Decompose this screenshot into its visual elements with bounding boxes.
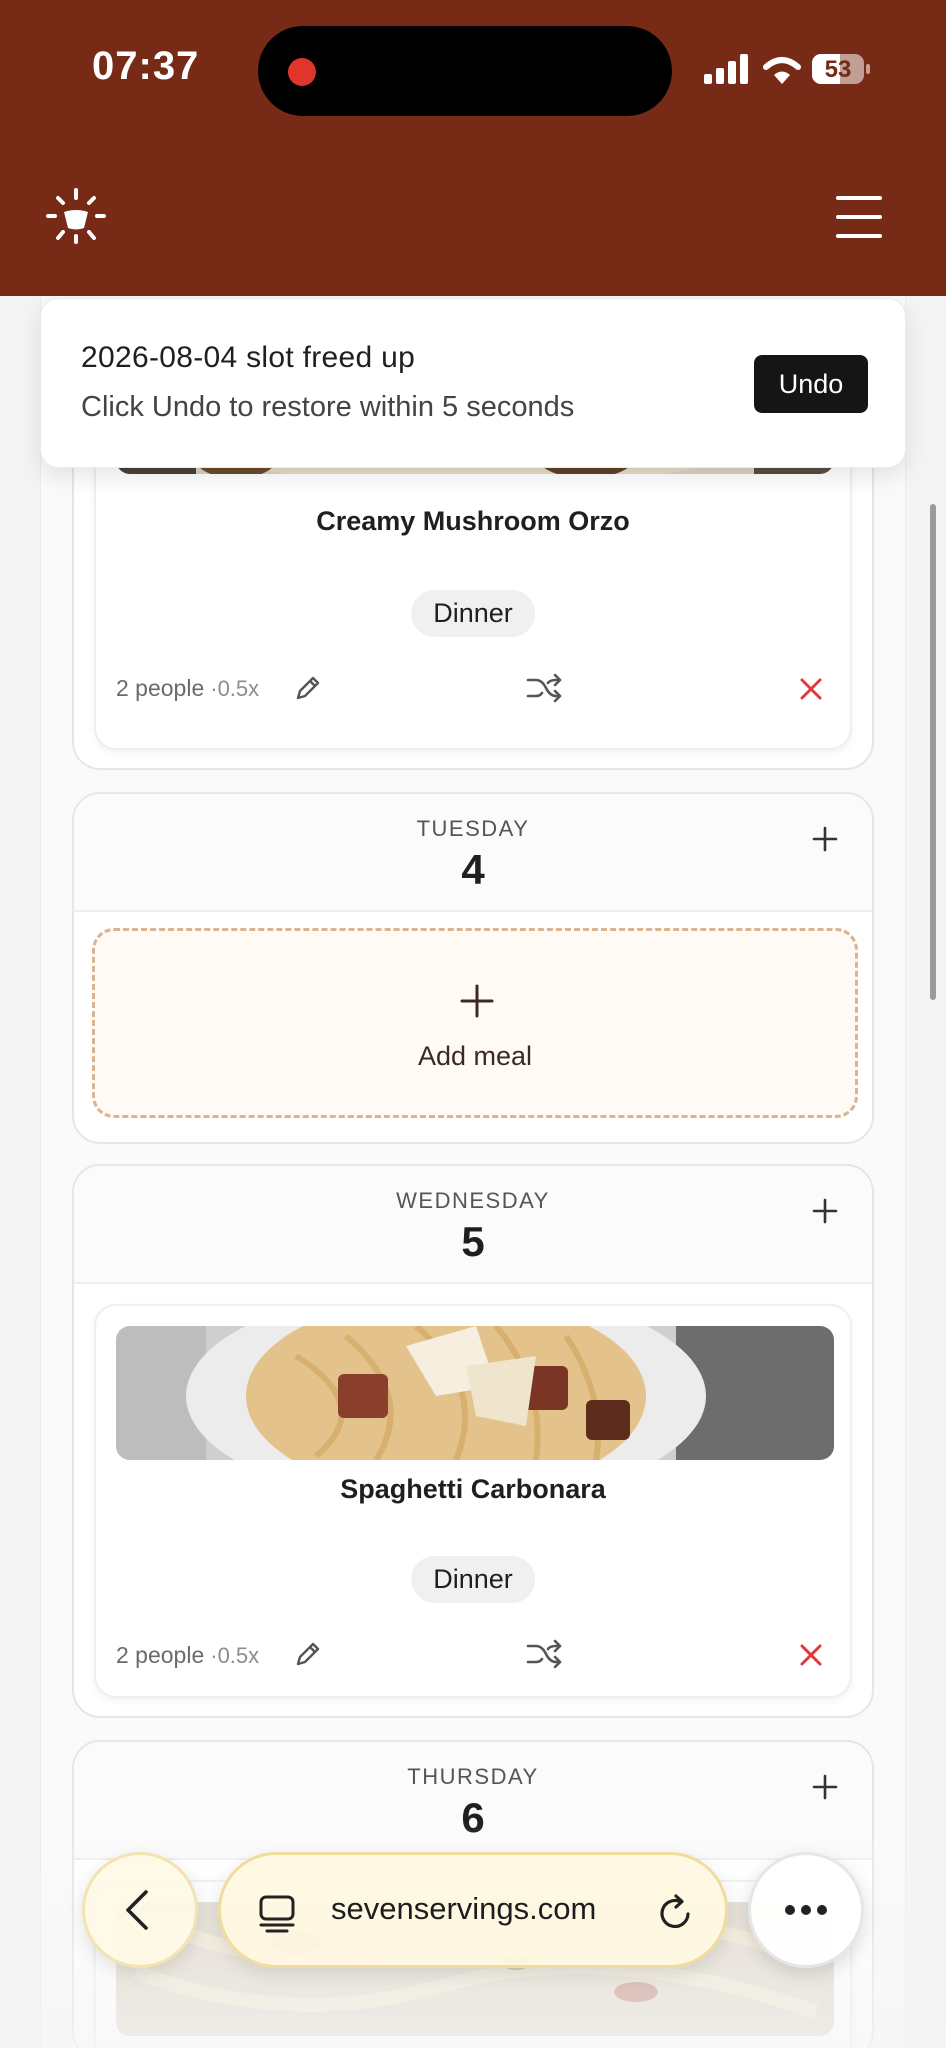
meal-image bbox=[116, 1326, 834, 1460]
day-number: 5 bbox=[461, 1218, 485, 1265]
day-header: WEDNESDAY 5 bbox=[74, 1166, 872, 1284]
recording-indicator-icon bbox=[288, 58, 316, 86]
servings-people: 2 people bbox=[116, 1642, 205, 1668]
more-options-button[interactable] bbox=[748, 1852, 864, 1968]
reload-icon[interactable] bbox=[655, 1893, 697, 1935]
status-time: 07:37 bbox=[92, 44, 200, 88]
day-card-wednesday: WEDNESDAY 5 Spaghetti Carbonara Dinner 2… bbox=[72, 1164, 874, 1718]
url-text[interactable]: sevenservings.com bbox=[331, 1891, 596, 1927]
meal-card[interactable]: Spaghetti Carbonara Dinner 2 people ·0.5x bbox=[94, 1304, 852, 1698]
day-name: THURSDAY bbox=[407, 1764, 539, 1789]
day-card-tuesday: TUESDAY 4 Add meal bbox=[72, 792, 874, 1144]
chevron-left-icon bbox=[126, 1890, 148, 1930]
servings-multiplier: ·0.5x bbox=[210, 1643, 260, 1668]
day-name: TUESDAY bbox=[416, 816, 530, 841]
meal-type-chip: Dinner bbox=[411, 1556, 535, 1603]
battery-percent: 53 bbox=[824, 56, 852, 83]
dynamic-island bbox=[258, 26, 672, 116]
meal-title[interactable]: Spaghetti Carbonara bbox=[96, 1474, 850, 1505]
tab-overview-icon[interactable] bbox=[257, 1893, 297, 1935]
battery-icon: 53 bbox=[812, 54, 870, 84]
remove-meal-icon[interactable] bbox=[798, 676, 824, 702]
address-bar[interactable]: sevenservings.com bbox=[218, 1852, 728, 1968]
day-header: TUESDAY 4 bbox=[74, 794, 872, 912]
lightbulb-icon[interactable] bbox=[44, 184, 108, 248]
wifi-icon bbox=[763, 57, 801, 84]
add-meal-plus-icon[interactable] bbox=[812, 826, 838, 852]
meal-title[interactable]: Creamy Mushroom Orzo bbox=[96, 506, 850, 537]
day-name: WEDNESDAY bbox=[396, 1188, 550, 1213]
ellipsis-icon bbox=[785, 1905, 827, 1915]
scrollbar[interactable] bbox=[930, 504, 936, 1000]
remove-meal-icon[interactable] bbox=[798, 1642, 824, 1668]
back-button[interactable] bbox=[82, 1852, 198, 1968]
hamburger-menu-icon[interactable] bbox=[836, 196, 882, 238]
shuffle-meal-icon[interactable] bbox=[526, 1638, 562, 1670]
shuffle-meal-icon[interactable] bbox=[526, 672, 562, 704]
add-meal-plus-icon[interactable] bbox=[812, 1198, 838, 1224]
cellular-signal-icon bbox=[704, 54, 748, 84]
servings-text: 2 people ·0.5x bbox=[116, 675, 259, 702]
servings-text: 2 people ·0.5x bbox=[116, 1642, 259, 1669]
servings-multiplier: ·0.5x bbox=[210, 676, 260, 701]
toast-title: 2026-08-04 slot freed up bbox=[81, 341, 416, 374]
edit-servings-pencil-icon[interactable] bbox=[294, 1640, 322, 1668]
add-meal-label: Add meal bbox=[417, 1041, 533, 1071]
toast-message: Click Undo to restore within 5 seconds bbox=[81, 391, 575, 423]
add-meal-plus-icon[interactable] bbox=[812, 1774, 838, 1800]
add-meal-slot[interactable]: Add meal bbox=[92, 928, 858, 1118]
app-header: 07:37 53 bbox=[0, 0, 946, 296]
undo-button[interactable]: Undo bbox=[754, 355, 868, 413]
servings-people: 2 people bbox=[116, 675, 205, 701]
plus-icon bbox=[460, 984, 494, 1018]
meal-type-chip: Dinner bbox=[411, 590, 535, 637]
edit-servings-pencil-icon[interactable] bbox=[294, 674, 322, 702]
undo-toast: 2026-08-04 slot freed up Click Undo to r… bbox=[40, 298, 906, 468]
day-number: 4 bbox=[461, 846, 485, 893]
